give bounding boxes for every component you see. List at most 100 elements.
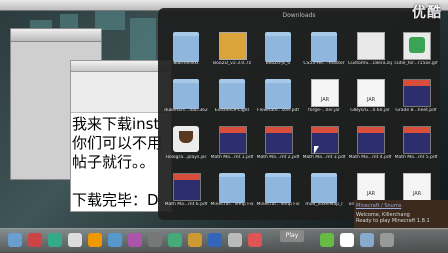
folder-icon [219,79,245,109]
app-icon[interactable] [208,233,222,247]
download-item[interactable]: Math Ma...mt 5.pdf [394,124,438,168]
download-item-label: FlowRate...ster.pdf [257,108,299,113]
download-item-label: Hologra...plays.jar [165,155,207,160]
jar-file-icon: JAR [357,79,385,107]
download-item-label: Math Ma...mt 5.pdf [394,155,438,160]
app-icon[interactable] [88,233,102,247]
download-item-label: Math Ma...mt 2.pdf [256,155,300,160]
trash-icon[interactable] [380,233,394,247]
download-item[interactable]: dukehars...3acr3e2 [164,77,208,121]
download-item-label: BlarredText [173,61,199,66]
jar-file-icon: JAR [403,173,431,201]
dock[interactable] [0,228,448,253]
app-icon[interactable] [108,233,122,247]
image-file-icon [403,32,431,60]
download-item[interactable]: Boo2D_v2.3.0.7z [210,30,254,74]
download-item[interactable]: JAR forge-...ller.jar [302,77,346,121]
window-titlebar[interactable] [11,29,101,42]
pdf-icon [173,173,201,201]
pdf-strip [266,127,292,133]
pdf-strip [220,127,246,133]
pdf-strip [404,80,430,86]
downloads-stack[interactable]: Downloads BlarredText Boo2D_v2.3.0.7z boo2… [158,8,440,220]
finder-icon[interactable] [8,233,22,247]
download-item-label: Minecraf...Temp Fix [210,202,254,207]
download-item-label: Math Ma...mt 3.pdf [302,155,346,160]
download-item-label: boo2d-js_0 [265,61,291,66]
minecraft-launcher[interactable]: Minecraft / Snums Welcome, Killerchang R… [354,200,448,230]
download-item[interactable]: cutie_for...r15os.gif [394,30,438,74]
pdf-strip [358,127,384,133]
app-icon[interactable] [28,233,42,247]
app-icon[interactable] [128,233,142,247]
launcher-message: Welcome, Killerchang Ready to play Minec… [356,212,430,224]
download-item[interactable]: Existence-Light [210,77,254,121]
folder-icon [311,173,337,203]
download-item[interactable]: JAR GIBys/G...0.60.jar [348,77,392,121]
download-item[interactable]: BlarredText [164,30,208,74]
folder-icon [219,173,245,203]
launcher-status: Ready to play Minecraft 1.8.1 [356,218,430,224]
minecraft-icon[interactable] [320,233,334,247]
app-icon[interactable] [188,233,202,247]
launcher-links[interactable]: Minecraft / Snums [356,203,401,209]
pdf-icon [403,126,431,154]
download-item[interactable]: mod_voxelMap_I [302,171,346,215]
pdf-icon [357,126,385,154]
jar-tag: JAR [320,97,330,103]
java-icon[interactable] [340,233,354,247]
wallpaper-letter-shape [95,10,125,30]
download-item[interactable]: FlowRate...ster.pdf [256,77,300,121]
download-item-label: GIBys/G...0.60.jar [350,108,390,113]
stack-title: Downloads [282,12,316,19]
download-item[interactable]: Math Ma...mt 4.pdf [348,124,392,168]
download-item[interactable]: Math Ma...mt 6.pdf [164,171,208,215]
app-icon[interactable] [168,233,182,247]
download-item-label: CS53-He...-master [303,61,345,66]
play-button[interactable]: Play [280,230,304,242]
download-item[interactable]: CustomS...18era.zip [348,30,392,74]
download-item[interactable]: boo2d-js_0 [256,30,300,74]
download-item-label: Existence-Light [214,108,250,113]
download-item-label: forge-...ller.jar [308,108,340,113]
cup-glyph [179,131,193,143]
pdf-strip [404,127,430,133]
folder-icon [173,79,199,109]
jar-tag: JAR [412,191,422,197]
archive-icon [357,32,385,60]
downloads-stack-icon[interactable] [360,233,374,247]
app-icon[interactable] [68,233,82,247]
download-item[interactable]: Math Ma...mt 3.pdf [302,124,346,168]
archive-icon [219,32,247,60]
download-item[interactable]: Math Ma...mt 1.pdf [210,124,254,168]
pdf-icon [265,126,293,154]
jar-tag: JAR [366,191,376,197]
document-toolbar[interactable] [71,72,171,113]
app-icon[interactable] [248,233,262,247]
video-watermark: 优酷 [412,5,442,21]
pdf-icon [403,79,431,107]
folder-icon [265,173,291,203]
folder-icon [265,79,291,109]
download-item-label: Math Ma...mt 1.pdf [210,155,254,160]
download-item-label: cutie_for...r15os.gif [394,61,438,66]
download-item[interactable]: Hologra...plays.jar [164,124,208,168]
download-item-label: Minecraf...Temp Fix [256,202,300,207]
app-icon[interactable] [148,233,162,247]
folder-icon [265,32,291,62]
app-icon[interactable] [228,233,242,247]
download-item-label: dukehars...3acr3e2 [164,108,208,113]
download-item[interactable]: Math Ma...mt 2.pdf [256,124,300,168]
app-glyph [409,37,425,53]
download-item[interactable]: Minecraf...Temp Fix [256,171,300,215]
download-item-label: mod_voxelMap_I [305,202,343,207]
window-titlebar[interactable] [71,61,171,72]
pdf-strip [174,174,200,180]
download-item-label: Grade 8...heet.pdf [395,108,437,113]
app-icon[interactable] [48,233,62,247]
download-item[interactable]: CS53-He...-master [302,30,346,74]
download-item-label: CustomS...18era.zip [348,61,392,66]
download-item[interactable]: Minecraf...Temp Fix [210,171,254,215]
download-item[interactable]: Grade 8...heet.pdf [394,77,438,121]
folder-icon [311,32,337,62]
